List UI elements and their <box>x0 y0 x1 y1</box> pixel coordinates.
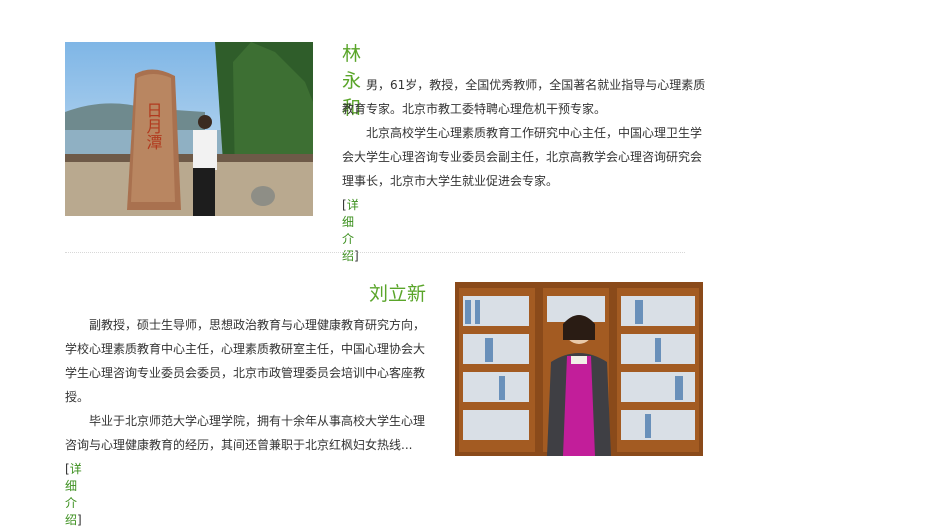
rock-inscription: 日月潭 <box>144 102 163 150</box>
profile-bio-2-para-2: 毕业于北京师范大学心理学院，拥有十余年从事高校大学生心理咨询与心理健康教育的经历… <box>65 414 426 452</box>
profile-photo-1[interactable]: 日月潭 <box>65 42 313 216</box>
profile-bio-2-para-1: 副教授，硕士生导师，思想政治教育与心理健康教育研究方向，学校心理素质教育中心主任… <box>65 318 426 404</box>
profile-name-2[interactable]: 刘立新 <box>368 279 426 306</box>
detail-link-1[interactable]: [详细介绍] <box>342 196 359 264</box>
profile-photo-2[interactable] <box>455 282 703 456</box>
detail-link-2[interactable]: [详细介绍] <box>65 460 82 528</box>
photo-lake-scene: 日月潭 <box>65 42 313 216</box>
profile-bio-1-para-1: 男，61岁，教授，全国优秀教师，全国著名就业指导与心理素质教育专家。北京市教工委… <box>342 78 706 116</box>
photo-bookshelf-scene <box>455 282 703 456</box>
detail-bracket-close: ] <box>77 513 82 527</box>
section-divider <box>65 252 685 253</box>
profile-bio-1-para-2: 北京高校学生心理素质教育工作研究中心主任，中国心理卫生学会大学生心理咨询专业委员… <box>342 126 703 188</box>
